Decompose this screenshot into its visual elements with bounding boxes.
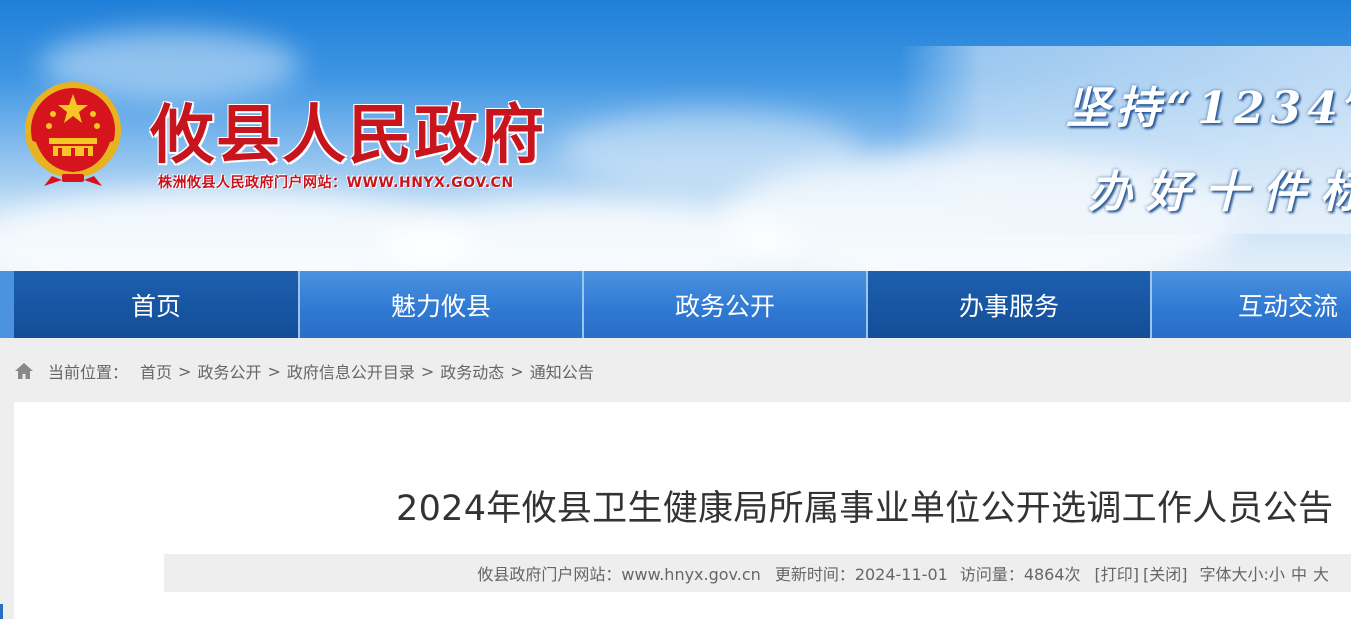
font-size-medium-button[interactable]: 中 <box>1291 561 1307 585</box>
font-size-small-button[interactable]: 小 <box>1269 561 1285 585</box>
breadcrumb-notices[interactable]: 通知公告 <box>530 359 594 383</box>
nav-item-charm-youxian[interactable]: 魅力攸县 <box>300 271 584 338</box>
breadcrumb-separator: > <box>510 361 524 381</box>
breadcrumb-info-catalog[interactable]: 政府信息公开目录 <box>287 359 415 383</box>
national-emblem-icon <box>25 82 121 186</box>
breadcrumb-home[interactable]: 首页 <box>140 359 172 383</box>
nav-item-government-affairs[interactable]: 政务公开 <box>584 271 868 338</box>
home-icon <box>15 363 33 379</box>
breadcrumb-separator: > <box>420 361 435 381</box>
font-size-large-button[interactable]: 大 <box>1313 561 1329 585</box>
header-banner: 攸县人民政府 株洲攸县人民政府门户网站：WWW.HNYX.GOV.CN 坚持“1… <box>0 0 1351 271</box>
article-meta-bar: 攸县政府门户网站：www.hnyx.gov.cn 更新时间：2024-11-01… <box>164 554 1351 592</box>
site-subtitle: 株洲攸县人民政府门户网站：WWW.HNYX.GOV.CN <box>158 175 514 191</box>
breadcrumb-news[interactable]: 政务动态 <box>440 359 504 383</box>
breadcrumb-government-affairs[interactable]: 政务公开 <box>197 359 261 383</box>
article-title: 2024年攸县卫生健康局所属事业单位公开选调工作人员公告 <box>396 489 1334 529</box>
meta-views: 访问量：4864次 <box>959 565 1081 584</box>
meta-source: 攸县政府门户网站：www.hnyx.gov.cn <box>477 565 761 584</box>
print-link[interactable]: [打印] <box>1095 561 1140 585</box>
site-title: 攸县人民政府 <box>150 98 546 173</box>
font-size-label: 字体大小: <box>1199 565 1269 584</box>
main-nav: 首页 魅力攸县 政务公开 办事服务 互动交流 <box>0 271 1351 338</box>
breadcrumb: 当前位置： 首页 > 政务公开 > 政府信息公开目录 > 政务动态 > 通知公告 <box>14 358 594 384</box>
nav-item-interaction[interactable]: 互动交流 <box>1152 271 1351 338</box>
cloud-decoration <box>560 110 860 190</box>
left-edge-marker <box>0 604 3 619</box>
meta-updated: 更新时间：2024-11-01 <box>774 565 948 584</box>
nav-item-home[interactable]: 首页 <box>0 271 300 338</box>
nav-item-services[interactable]: 办事服务 <box>868 271 1152 338</box>
breadcrumb-separator: > <box>267 361 281 381</box>
close-link[interactable]: [关闭] <box>1143 561 1188 585</box>
slogan-line-2: 办好十件标 <box>1088 167 1351 218</box>
slogan-line-1: 坚持“1234” <box>1066 83 1351 134</box>
breadcrumb-separator: > <box>178 361 192 381</box>
breadcrumb-label: 当前位置： <box>48 363 129 382</box>
